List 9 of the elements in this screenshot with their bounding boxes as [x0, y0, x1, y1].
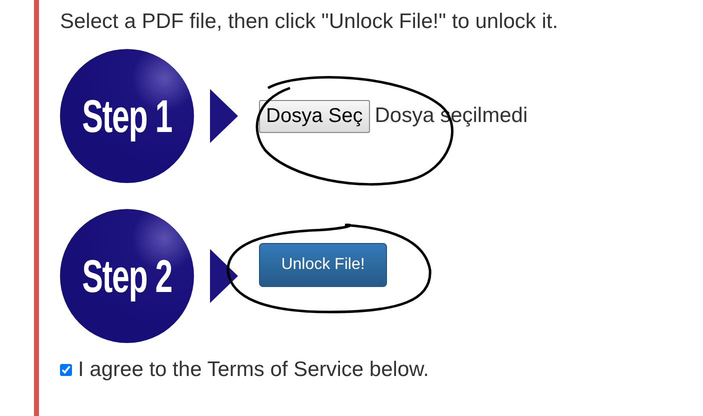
- step-badge: Step 1: [60, 49, 194, 183]
- triangle-arrow-icon: [210, 89, 238, 143]
- unlock-button[interactable]: Unlock File!: [259, 243, 387, 287]
- triangle-arrow-icon: [210, 249, 238, 303]
- step-badge: Step 2: [60, 209, 194, 343]
- instruction-text: Select a PDF file, then click "Unlock File!" to unlock it.: [60, 9, 558, 35]
- agree-checkbox[interactable]: [60, 364, 72, 376]
- agree-label: I agree to the Terms of Service below.: [78, 358, 429, 382]
- choose-file-button[interactable]: Dosya Seç: [259, 100, 370, 132]
